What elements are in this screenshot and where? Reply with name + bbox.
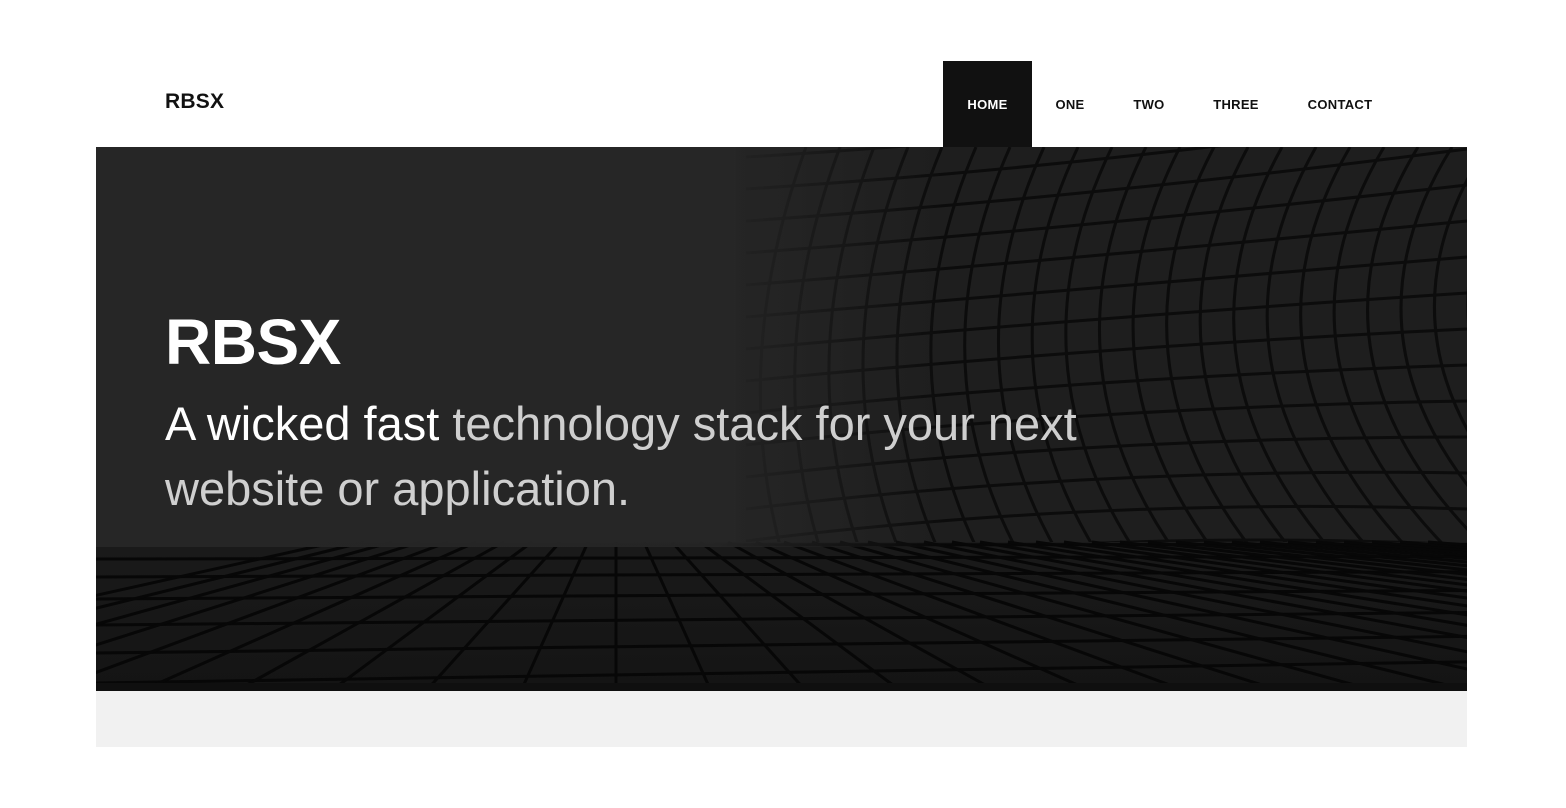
nav-item-two[interactable]: TWO — [1108, 61, 1190, 147]
hero-title: RBSX — [165, 306, 341, 378]
site-header: RBSX HOME ONE TWO THREE CONTACT — [96, 61, 1467, 147]
hero-section: RBSX A wicked fast technology stack for … — [96, 147, 1467, 691]
site-logo[interactable]: RBSX — [165, 90, 224, 114]
nav-item-three[interactable]: THREE — [1190, 61, 1282, 147]
content-area — [96, 691, 1467, 747]
main-nav: HOME ONE TWO THREE CONTACT — [943, 61, 1398, 147]
nav-item-home[interactable]: HOME — [943, 61, 1032, 147]
hero-subtitle: A wicked fast technology stack for your … — [165, 391, 1165, 521]
hero-subtitle-lead: A wicked fast — [165, 397, 453, 450]
nav-item-one[interactable]: ONE — [1032, 61, 1108, 147]
page-frame: RBSX HOME ONE TWO THREE CONTACT RBSX A w… — [96, 61, 1467, 747]
nav-item-contact[interactable]: CONTACT — [1282, 61, 1398, 147]
